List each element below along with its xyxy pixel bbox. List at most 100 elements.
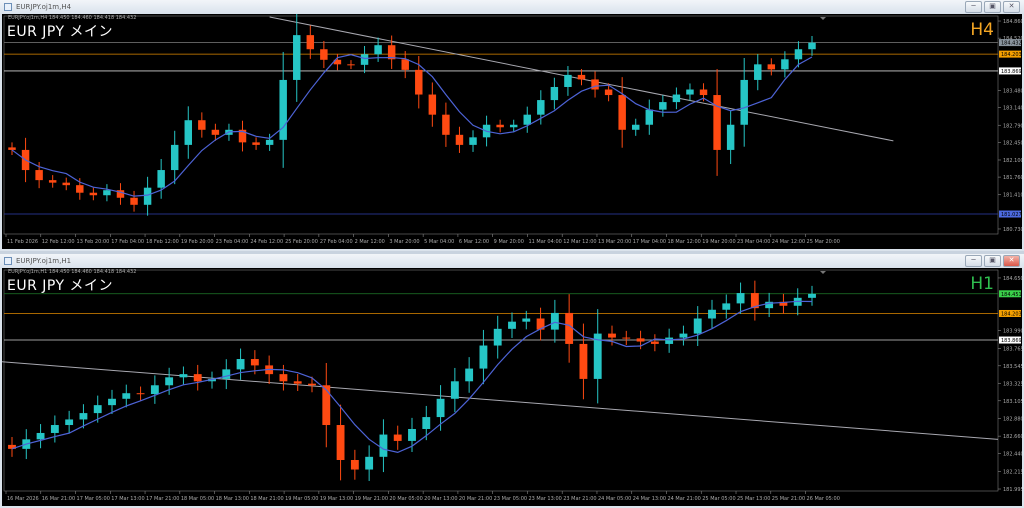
bear-candle	[89, 192, 98, 196]
bull-candle	[693, 318, 702, 334]
bull-candle	[165, 377, 174, 386]
bull-candle	[279, 79, 287, 140]
bear-candle	[306, 35, 315, 50]
price-chart-h1[interactable]: 184.650 183.990 183.765 183.545 183.325 183.1…	[2, 268, 1022, 506]
bull-candle	[509, 124, 518, 128]
bear-candle	[250, 359, 259, 366]
x-tick-label: 18 Mar 05:00	[181, 496, 214, 502]
bear-candle	[699, 89, 708, 96]
price-label: 184.451	[1001, 292, 1022, 298]
bull-candle	[360, 54, 369, 65]
bull-candle	[794, 49, 803, 60]
bear-candle	[347, 64, 355, 66]
bull-candle	[550, 312, 559, 330]
bull-candle	[808, 42, 816, 50]
timeframe-label: H1	[970, 274, 994, 294]
bull-candle	[645, 109, 654, 125]
x-tick-label: 19 Feb 20:00	[181, 239, 214, 245]
x-tick-label: 23 Mar 04:00	[737, 239, 770, 245]
bull-candle	[781, 59, 789, 70]
bear-candle	[636, 338, 645, 342]
close-button[interactable]: ✕	[1003, 1, 1020, 13]
y-tick-label: 183.140	[1003, 106, 1022, 112]
bear-candle	[198, 120, 206, 130]
bull-candle	[408, 428, 416, 441]
symbol-label: EUR JPY メイン	[7, 24, 114, 40]
x-tick-label: 25 Mar 20:00	[807, 239, 840, 245]
bear-candle	[428, 94, 437, 115]
minimize-button[interactable]: ─	[965, 255, 982, 267]
bull-candle	[740, 79, 748, 125]
chart-canvas: 184.860184.520183.480183.140182.790182.4…	[3, 14, 1022, 245]
y-tick-label: 182.450	[1003, 140, 1022, 146]
x-tick-label: 5 Mar 04:00	[424, 239, 454, 245]
window-titlebar[interactable]: EURJPY.oj1m,H1 ─ ▣ ✕	[0, 254, 1024, 268]
y-tick-label: 183.325	[1003, 381, 1022, 387]
x-tick-label: 3 Mar 20:00	[389, 239, 419, 245]
bear-candle	[393, 434, 402, 441]
bull-candle	[143, 187, 152, 205]
x-tick-label: 23 Feb 04:00	[216, 239, 249, 245]
bear-candle	[320, 49, 328, 60]
y-tick-label: 182.880	[1003, 417, 1022, 423]
chart-window-icon	[4, 257, 12, 265]
bull-candle	[222, 369, 231, 379]
timeframe-label: H4	[970, 20, 994, 40]
x-tick-label: 17 Mar 05:00	[77, 496, 110, 502]
y-tick-label: 184.650	[1003, 276, 1022, 282]
bear-candle	[713, 95, 721, 150]
window-title: EURJPY.oj1m,H1	[16, 257, 72, 265]
bear-candle	[401, 59, 409, 70]
x-tick-label: 25 Mar 05:00	[702, 496, 735, 502]
window-titlebar[interactable]: EURJPY.oj1m,H4 ─ ▣ ✕	[0, 0, 1024, 14]
x-tick-label: 13 Feb 20:00	[77, 239, 110, 245]
bull-candle	[436, 398, 445, 418]
x-tick-label: 18 Mar 12:00	[667, 239, 700, 245]
x-tick-label: 27 Feb 04:00	[320, 239, 353, 245]
chart-window-h1: EURJPY.oj1m,H1 ─ ▣ ✕ 184.650 183.990 183.7…	[0, 254, 1024, 508]
bear-candle	[604, 89, 613, 96]
price-chart-h4[interactable]: 184.860184.520183.480183.140182.790182.4…	[2, 14, 1022, 249]
bull-candle	[736, 293, 745, 304]
bull-candle	[122, 393, 131, 399]
y-tick-label: 184.860	[1003, 19, 1022, 25]
x-tick-label: 17 Mar 13:00	[111, 496, 144, 502]
bear-candle	[136, 393, 145, 395]
x-tick-label: 19 Mar 21:00	[355, 496, 388, 502]
restore-button[interactable]: ▣	[984, 255, 1001, 267]
x-tick-label: 2 Mar 12:00	[355, 239, 385, 245]
chart-canvas: 184.650 183.990 183.765 183.545 183.325 183.1…	[2, 269, 1022, 502]
x-tick-label: 24 Mar 12:00	[772, 239, 805, 245]
x-tick-label: 20 Mar 13:00	[424, 496, 457, 502]
restore-button[interactable]: ▣	[984, 1, 1001, 13]
bull-candle	[508, 321, 516, 329]
bear-candle	[455, 134, 464, 145]
y-tick-label: 183.990	[1003, 328, 1022, 334]
bear-candle	[193, 374, 202, 382]
bull-candle	[50, 425, 59, 433]
minimize-button[interactable]: ─	[965, 1, 982, 13]
x-tick-label: 25 Mar 13:00	[737, 496, 770, 502]
bull-candle	[265, 139, 274, 145]
bull-candle	[493, 328, 502, 346]
bear-candle	[62, 182, 70, 186]
bear-candle	[76, 185, 84, 193]
x-tick-label: 23 Mar 13:00	[528, 496, 561, 502]
bear-candle	[252, 142, 260, 145]
bear-candle	[650, 341, 659, 344]
close-button[interactable]: ✕	[1003, 255, 1020, 267]
bull-candle	[422, 417, 431, 429]
x-tick-label: 24 Feb 12:00	[250, 239, 283, 245]
bull-candle	[157, 170, 165, 188]
price-label: 184.203	[1001, 52, 1022, 58]
y-tick-label: 183.765	[1003, 346, 1022, 352]
bear-candle	[767, 64, 776, 70]
x-tick-label: 16 Mar 2026	[7, 496, 39, 502]
symbol-label: EUR JPY メイン	[7, 278, 114, 294]
bull-candle	[93, 405, 102, 414]
bull-candle	[686, 89, 694, 95]
price-label: 181.027	[1001, 212, 1022, 218]
price-label: 183.869	[1001, 338, 1022, 344]
bull-candle	[65, 419, 74, 426]
price-label: 184.203	[1001, 311, 1022, 317]
